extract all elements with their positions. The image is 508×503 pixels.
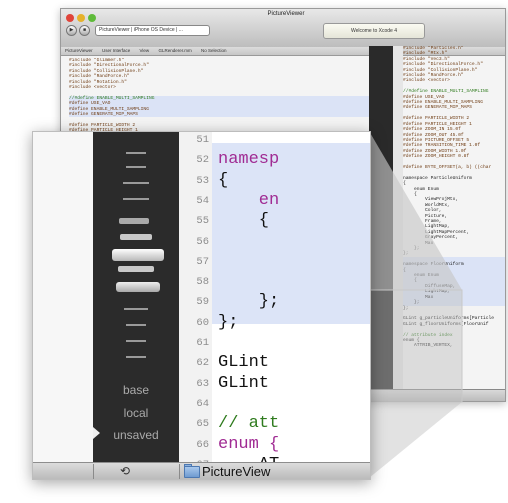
code-line: GLint [218, 353, 270, 373]
timeline-tick[interactable] [126, 324, 146, 326]
code-line: }; [218, 292, 280, 312]
timeline-tick[interactable] [126, 166, 146, 168]
timeline-label-base[interactable]: base [93, 383, 179, 397]
code-line: { [218, 170, 229, 190]
line-number: 60 [196, 316, 209, 329]
code-line: ATTRIB_VERTEX, [403, 343, 453, 349]
timeline-tick[interactable] [118, 266, 154, 272]
code-line: en [218, 190, 280, 210]
magnified-view: base local unsaved 51 52 53 54 55 56 57 58 59 60 6… [32, 131, 371, 480]
line-number: 52 [196, 154, 209, 167]
line-number: 65 [196, 418, 209, 431]
path-label[interactable]: PictureView [202, 463, 270, 479]
unsaved-pointer-icon [93, 427, 100, 439]
line-number: 59 [196, 296, 209, 309]
stop-button[interactable]: ■ [79, 25, 90, 36]
timeline-label-local[interactable]: local [93, 406, 179, 420]
code-line: enum { [218, 434, 280, 454]
zoom-button[interactable] [88, 14, 96, 22]
line-number: 64 [196, 397, 209, 410]
line-number-gutter: 5152535455565758596061626364656667 [179, 132, 213, 471]
timeline-tick[interactable] [120, 234, 152, 240]
version-gutter [393, 46, 403, 401]
timeline-label-unsaved[interactable]: unsaved [93, 428, 179, 442]
jump-bar-item[interactable]: View [135, 47, 153, 55]
timeline-selected-version[interactable] [112, 249, 164, 261]
line-number: 62 [196, 357, 209, 370]
run-button[interactable]: ▶ [66, 25, 77, 36]
timeline-slider-small[interactable] [369, 46, 393, 401]
line-number: 57 [196, 255, 209, 268]
line-number: 51 [196, 134, 209, 146]
line-number: 58 [196, 276, 209, 289]
line-number: 56 [196, 235, 209, 248]
line-number: 63 [196, 377, 209, 390]
code-line: // att [218, 414, 280, 434]
minimize-button[interactable] [77, 14, 85, 22]
jump-bar-item[interactable]: GLRenderer.mm [154, 47, 195, 55]
timeline-tick[interactable] [126, 340, 146, 342]
right-code-editor[interactable]: #include "Particles.h" #include "Mtx.h" #i… [403, 46, 505, 401]
window-title: PictureViewer [267, 11, 305, 17]
line-number: 55 [196, 215, 209, 228]
magnified-code-editor[interactable]: namesp{ en { };}; GLint GLint// att enum { … [212, 132, 370, 474]
history-icon[interactable]: ⟲ [111, 464, 139, 479]
divider [93, 464, 94, 479]
jump-bar-item[interactable]: PictureViewer [61, 47, 97, 55]
timeline-tick[interactable] [123, 182, 149, 184]
editor-bottom-bar: ⟲ PictureView [33, 462, 370, 479]
activity-status: Welcome to Xcode 4 [323, 23, 425, 39]
timeline-tick[interactable] [126, 152, 146, 154]
line-number: 54 [196, 194, 209, 207]
version-timeline[interactable]: base local unsaved [93, 132, 186, 462]
folder-icon [184, 466, 200, 478]
jump-bar-item[interactable]: No Selection [197, 47, 231, 55]
code-line: GLint [218, 373, 270, 393]
close-button[interactable] [66, 14, 74, 22]
code-line: }; [218, 312, 239, 332]
timeline-tick[interactable] [126, 356, 146, 358]
code-line: #define BYTE_OFFSET(a, b) ((char [403, 164, 492, 170]
timeline-version[interactable] [116, 282, 160, 292]
divider [179, 464, 180, 479]
jump-bar-item[interactable]: User Interface [98, 47, 134, 55]
line-number: 66 [196, 438, 209, 451]
code-line: GLint g_particleUniforms[Particle [403, 316, 494, 322]
left-editor-edge [33, 132, 93, 462]
window-toolbar: PictureViewer ▶ ■ PictureViewer | iPhone… [61, 9, 505, 48]
code-line: namesp [218, 150, 280, 170]
timeline-tick[interactable] [119, 218, 149, 224]
line-number: 53 [196, 174, 209, 187]
scheme-popup[interactable]: PictureViewer | iPhone OS Device | ... [95, 25, 210, 36]
timeline-tick[interactable] [123, 198, 149, 200]
line-number: 61 [196, 337, 209, 349]
code-line: { [218, 211, 270, 231]
timeline-tick[interactable] [124, 308, 148, 310]
